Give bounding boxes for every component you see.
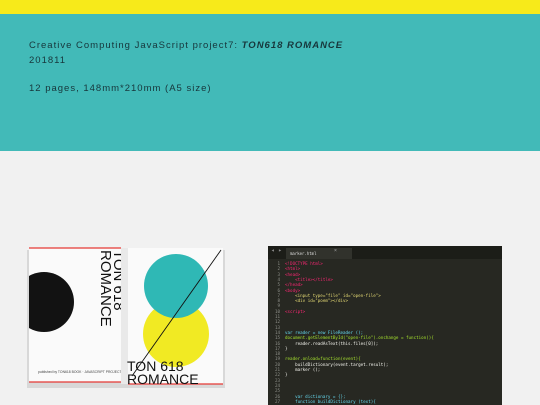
line-number: 22 (274, 372, 280, 378)
line-number: 26 (274, 393, 280, 399)
line-number: 16 (274, 340, 280, 346)
line-number: 18 (274, 351, 280, 357)
code-line: <html> (285, 266, 301, 272)
line-number: 13 (274, 324, 280, 330)
line-number: 15 (274, 335, 280, 341)
line-number: 7 (277, 292, 280, 298)
project-spec: 12 pages, 148mm*210mm (A5 size) (29, 83, 212, 94)
line-number: 21 (274, 367, 280, 372)
book-right-page: TON 618 ROMANCE (127, 248, 223, 387)
code-line: <script> (285, 308, 306, 314)
code-line: reader.onload=function(event){ (285, 356, 361, 362)
top-accent-bar (0, 0, 540, 14)
line-number: 12 (274, 319, 280, 325)
code-editor-image: ◂ ▸ marker.html × 1 <!DOCTYPE html> 2 <html… (268, 246, 502, 405)
line-number: 10 (274, 308, 280, 314)
code-line: <input type="file" id="open-file"> (285, 292, 381, 298)
line-number: 20 (274, 361, 280, 367)
code-line: buildDictionary(event.target.result); (285, 361, 389, 367)
line-number: 8 (277, 298, 280, 304)
code-line: } (285, 345, 288, 351)
close-icon[interactable]: × (334, 248, 337, 254)
line-number: 24 (274, 382, 280, 388)
book-title-line2: ROMANCE (127, 371, 199, 387)
code-line: function buildDictionary (text){ (285, 398, 376, 404)
project-title: Creative Computing JavaScript project7: … (29, 40, 343, 51)
code-line: document.getElementById("open-file").onc… (285, 335, 434, 341)
editor-tab[interactable]: marker.html (286, 248, 352, 259)
project-title-emphasis: TON618 ROMANCE (241, 40, 344, 51)
line-number: 3 (277, 271, 280, 277)
line-number: 2 (277, 266, 280, 272)
project-header: Creative Computing JavaScript project7: … (0, 14, 540, 151)
book-mockup-image: published by TON618 BOOK · JAVASCRIPT PR… (27, 247, 225, 388)
line-number: 6 (277, 287, 280, 293)
line-number: 19 (274, 356, 280, 362)
code-line: </head> (285, 282, 303, 288)
code-line: <title></title> (285, 276, 333, 282)
code-line: var reader = new FileReader (); (285, 329, 364, 335)
code-line: var dictionary = {}; (285, 393, 346, 399)
project-date: 201811 (29, 55, 66, 66)
code-line: <!DOCTYPE html> (285, 261, 323, 266)
spine-title-line2: ROMANCE (97, 250, 114, 327)
code-line: marker (); (285, 367, 321, 372)
line-number: 5 (277, 282, 280, 288)
line-number: 4 (277, 276, 280, 282)
code-line: <head> (285, 271, 301, 277)
line-number: 9 (277, 303, 280, 309)
line-number: 25 (274, 388, 280, 394)
book-colophon: published by TON618 BOOK · JAVASCRIPT PR… (38, 370, 133, 374)
teal-circle-shape (144, 254, 208, 318)
code-line: <div id="poem"></div> (285, 298, 349, 304)
line-number: 14 (274, 329, 280, 335)
line-number: 11 (274, 314, 280, 319)
code-line: <body> (285, 287, 301, 293)
line-number: 17 (274, 345, 280, 351)
code-line: reader.readAsText(this.files[0]); (285, 340, 379, 346)
line-number: 1 (277, 261, 280, 266)
project-title-prefix: Creative Computing JavaScript project7: (29, 40, 242, 51)
code-line: } (285, 372, 288, 378)
tab-nav-arrows-icon[interactable]: ◂ ▸ (271, 247, 282, 254)
line-number: 27 (274, 398, 280, 404)
editor-tab-bar: ◂ ▸ marker.html × (268, 246, 502, 259)
line-number: 23 (274, 377, 280, 383)
